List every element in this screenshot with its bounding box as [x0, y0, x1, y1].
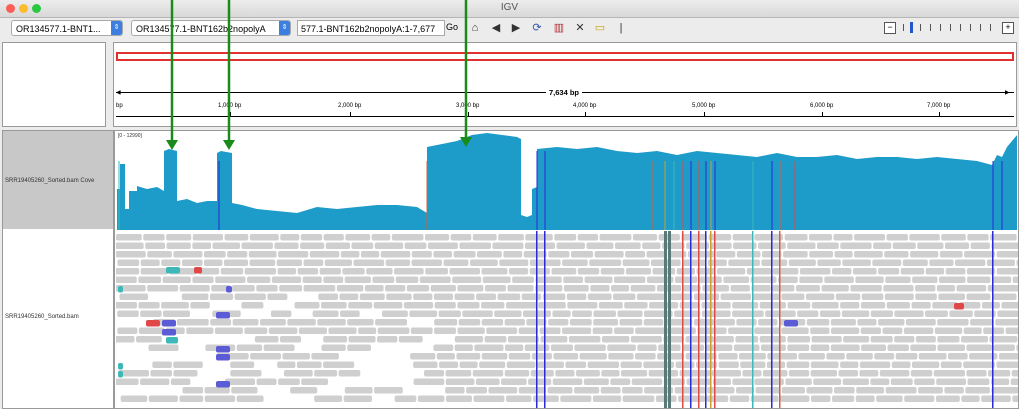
- annotation-arrow: [460, 0, 472, 147]
- annotation-arrows: [166, 0, 472, 150]
- annotation-arrow: [223, 0, 235, 150]
- annotation-arrow: [166, 0, 178, 150]
